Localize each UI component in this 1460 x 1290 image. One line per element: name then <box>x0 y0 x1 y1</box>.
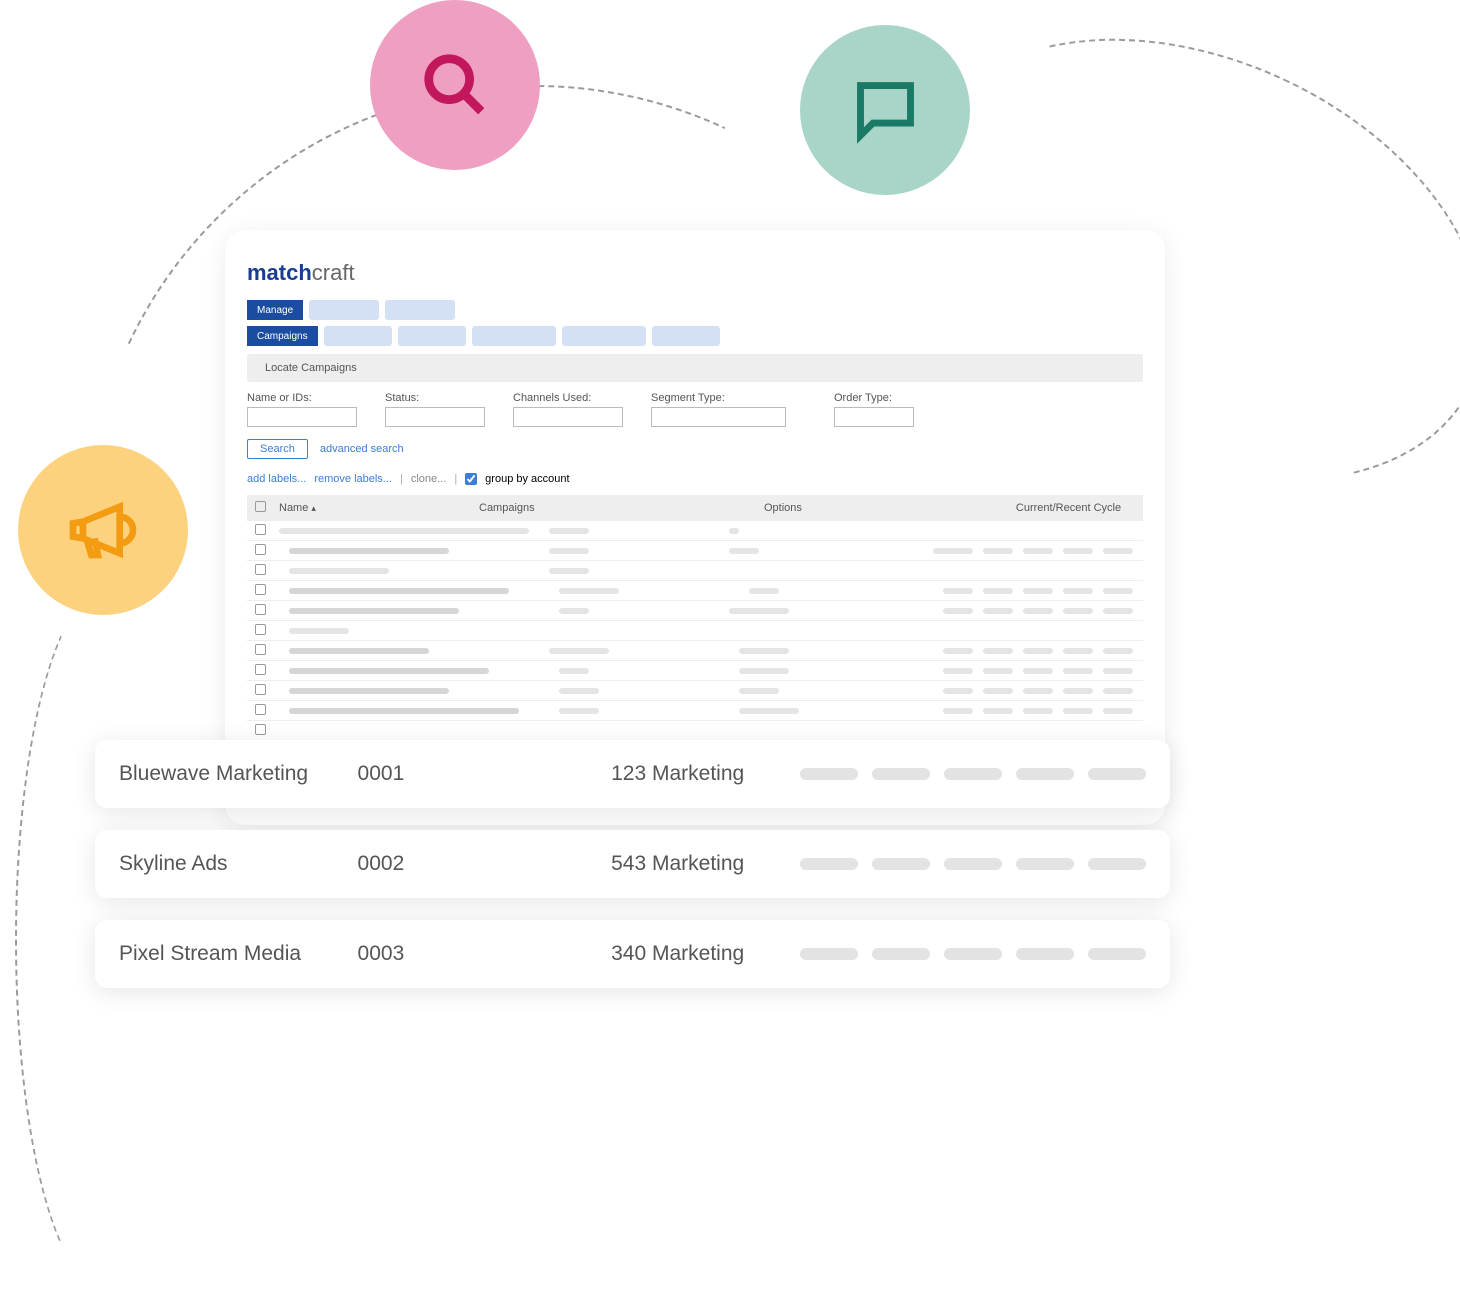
group-by-account-label: group by account <box>485 473 569 485</box>
campaign-card[interactable]: Skyline Ads 0002 543 Marketing <box>95 830 1170 898</box>
tab-placeholder[interactable] <box>385 300 455 320</box>
column-options[interactable]: Options <box>764 502 994 514</box>
section-header: Locate Campaigns <box>247 354 1143 382</box>
row-checkbox[interactable] <box>255 624 266 635</box>
table-row <box>247 521 1143 541</box>
clone-action[interactable]: clone... <box>411 473 446 485</box>
table-row <box>247 621 1143 641</box>
app-logo: matchcraft <box>247 260 1143 286</box>
campaign-card[interactable]: Pixel Stream Media 0003 340 Marketing <box>95 920 1170 988</box>
advanced-search-link[interactable]: advanced search <box>320 443 404 455</box>
row-checkbox[interactable] <box>255 664 266 675</box>
separator: | <box>400 473 403 485</box>
campaign-type: 340 Marketing <box>611 942 780 966</box>
campaign-name: Pixel Stream Media <box>119 942 338 966</box>
table-header: Name Campaigns Options Current/Recent Cy… <box>247 495 1143 521</box>
campaign-name: Skyline Ads <box>119 852 338 876</box>
remove-labels-link[interactable]: remove labels... <box>314 473 392 485</box>
table-row <box>247 601 1143 621</box>
campaign-card[interactable]: Bluewave Marketing 0001 123 Marketing <box>95 740 1170 808</box>
campaign-id: 0003 <box>358 942 437 966</box>
table-row <box>247 721 1143 741</box>
filter-label-channels: Channels Used: <box>513 392 623 404</box>
tab-placeholder[interactable] <box>324 326 392 346</box>
row-checkbox[interactable] <box>255 704 266 715</box>
section-title: Locate Campaigns <box>265 362 357 374</box>
megaphone-icon <box>63 490 143 570</box>
card-metrics <box>800 768 1146 780</box>
table-row <box>247 681 1143 701</box>
table-row <box>247 641 1143 661</box>
filter-label-segment: Segment Type: <box>651 392 786 404</box>
search-icon <box>420 50 490 120</box>
row-checkbox[interactable] <box>255 644 266 655</box>
table-row <box>247 661 1143 681</box>
group-by-account-checkbox[interactable] <box>465 473 477 485</box>
tab-placeholder[interactable] <box>472 326 556 346</box>
tab-campaigns[interactable]: Campaigns <box>247 326 318 346</box>
column-campaigns[interactable]: Campaigns <box>479 502 764 514</box>
row-checkbox[interactable] <box>255 604 266 615</box>
logo-part1: match <box>247 260 312 285</box>
feature-circle-search <box>370 0 540 170</box>
row-checkbox[interactable] <box>255 724 266 735</box>
row-checkbox[interactable] <box>255 584 266 595</box>
filter-input-name[interactable] <box>247 407 357 427</box>
tab-placeholder[interactable] <box>562 326 646 346</box>
logo-part2: craft <box>312 260 355 285</box>
filter-input-segment[interactable] <box>651 407 786 427</box>
filter-input-status[interactable] <box>385 407 485 427</box>
primary-tabs: Manage <box>247 300 1143 320</box>
row-checkbox[interactable] <box>255 544 266 555</box>
add-labels-link[interactable]: add labels... <box>247 473 306 485</box>
feature-circle-chat <box>800 25 970 195</box>
card-metrics <box>800 948 1146 960</box>
campaign-name: Bluewave Marketing <box>119 762 338 786</box>
table-row <box>247 701 1143 721</box>
campaign-type: 543 Marketing <box>611 852 780 876</box>
chat-icon <box>848 73 923 148</box>
column-name[interactable]: Name <box>279 502 479 514</box>
tab-placeholder[interactable] <box>398 326 466 346</box>
tab-manage[interactable]: Manage <box>247 300 303 320</box>
filter-input-channels[interactable] <box>513 407 623 427</box>
filter-label-name: Name or IDs: <box>247 392 357 404</box>
select-all-checkbox[interactable] <box>255 501 266 512</box>
app-panel: matchcraft Manage Campaigns Locate Campa… <box>225 230 1165 825</box>
separator: | <box>454 473 457 485</box>
filter-label-status: Status: <box>385 392 485 404</box>
search-button[interactable]: Search <box>247 439 308 459</box>
secondary-tabs: Campaigns <box>247 326 1143 346</box>
table-row <box>247 541 1143 561</box>
row-checkbox[interactable] <box>255 524 266 535</box>
row-checkbox[interactable] <box>255 564 266 575</box>
row-checkbox[interactable] <box>255 684 266 695</box>
column-cycle[interactable]: Current/Recent Cycle <box>994 502 1143 514</box>
campaign-id: 0002 <box>358 852 437 876</box>
campaign-id: 0001 <box>358 762 437 786</box>
filter-input-order[interactable] <box>834 407 914 427</box>
tab-placeholder[interactable] <box>652 326 720 346</box>
table-row <box>247 561 1143 581</box>
feature-circle-megaphone <box>18 445 188 615</box>
filter-label-order: Order Type: <box>834 392 914 404</box>
card-metrics <box>800 858 1146 870</box>
table-row <box>247 581 1143 601</box>
campaign-type: 123 Marketing <box>611 762 780 786</box>
tab-placeholder[interactable] <box>309 300 379 320</box>
filters-row: Name or IDs: Status: Channels Used: Segm… <box>247 392 1143 427</box>
